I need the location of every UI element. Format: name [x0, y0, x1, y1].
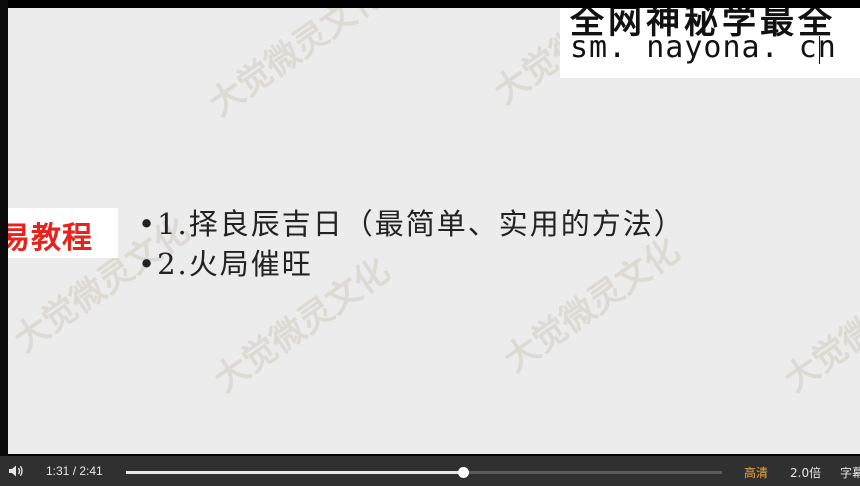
playback-time: 1:31 / 2:41 [46, 464, 103, 478]
speed-button[interactable]: 2.0倍 [790, 464, 821, 481]
progress-handle[interactable] [457, 467, 469, 478]
bullet-item: •2.火局催旺 [138, 247, 313, 281]
slide-bullet-list: •1.择良辰吉日（最简单、实用的方法） •2.火局催旺 [138, 204, 685, 284]
subtitles-button[interactable]: 字幕 [840, 464, 860, 481]
progress-bar[interactable] [126, 467, 722, 478]
course-tag: 易教程 [8, 208, 118, 258]
player-left-edge [0, 0, 8, 456]
watermark: 大觉微灵文化 [201, 8, 393, 125]
player-control-bar: 1:31 / 2:41 高清 2.0倍 字幕 [0, 456, 860, 486]
course-tag-label: 易教程 [8, 221, 93, 256]
bullet-item: •1.择良辰吉日（最简单、实用的方法） [138, 207, 685, 241]
text-cursor [819, 36, 820, 64]
watermark: 大觉微灵文化 [776, 250, 860, 401]
video-frame[interactable]: 大觉微灵文化 大觉微灵文化 大觉微灵文化 大觉微灵文化 大觉微灵文化 大觉微灵文… [8, 8, 860, 454]
quality-button[interactable]: 高清 [744, 464, 768, 481]
progress-played [126, 471, 463, 474]
banner-url: sm. nayona. cn [570, 30, 837, 65]
volume-icon[interactable] [8, 464, 24, 478]
website-banner: 全网神秘学最全 sm. nayona. cn [560, 8, 860, 78]
video-player[interactable]: 大觉微灵文化 大觉微灵文化 大觉微灵文化 大觉微灵文化 大觉微灵文化 大觉微灵文… [0, 0, 860, 486]
